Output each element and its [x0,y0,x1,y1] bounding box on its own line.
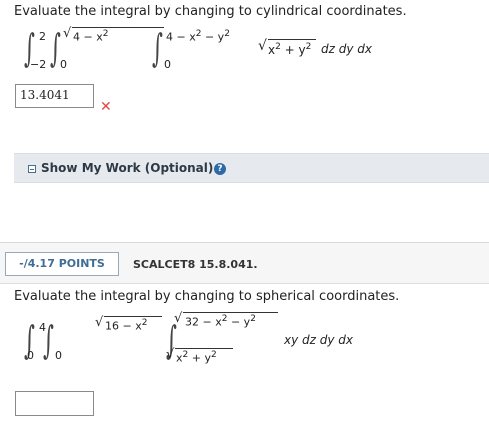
show-my-work-bar[interactable]: Show My Work (Optional) ? [14,153,489,183]
integrand-sqrt-symbol: √ [258,38,267,54]
expand-plus-icon[interactable] [28,165,36,173]
inner-lower-limit: 0 [164,58,171,71]
q2-middle-sqrt-symbol: √ [95,315,104,330]
inner-integral-sign: ∫ [152,26,163,70]
assignment-page: Evaluate the integral by changing to cyl… [0,0,489,447]
sqrt-symbol: √ [63,26,72,41]
q2-outer-lower-limit: 0 [27,349,34,362]
help-icon[interactable]: ? [214,163,226,175]
problem-id: SCALCET8 15.8.041. [133,258,258,271]
q2-inner-lower-limit: x2 + y2 [176,350,217,365]
incorrect-x-icon: ✕ [100,99,112,115]
show-my-work-label[interactable]: Show My Work (Optional) [41,161,213,175]
outer-lower-limit: −2 [30,58,47,71]
question2-answer-input[interactable] [15,391,94,416]
q2-middle-vinculum [104,316,162,317]
integrand-vinculum [268,39,316,40]
question1-prompt: Evaluate the integral by changing to cyl… [14,4,407,19]
integrand-differentials: dz dy dx [321,42,372,56]
question2-prompt: Evaluate the integral by changing to sph… [14,289,400,304]
integrand-radicand: x2 + y2 [268,42,312,57]
q2-inner-upper-sqrt-symbol: √ [174,311,183,326]
sqrt-vinculum [72,27,164,28]
q2-middle-integral-sign: ∫ [43,318,54,362]
inner-upper-limit: 4 − x2 − y2 [166,29,230,44]
q2-inner-upper-vinculum [183,312,278,313]
question2-header: -/4.17 POINTS SCALCET8 15.8.041. [0,243,489,284]
q2-inner-upper-limit: 32 − x2 − y2 [185,314,256,329]
points-badge: -/4.17 POINTS [5,252,119,276]
outer-upper-limit: 2 [39,30,46,43]
middle-lower-limit: 0 [60,58,67,71]
q2-integrand: xy dz dy dx [284,333,353,347]
q2-middle-upper-limit: 16 − x2 [105,318,148,333]
middle-upper-limit: 4 − x2 [73,29,109,44]
q2-middle-lower-limit: 0 [55,349,62,362]
question1-answer-input[interactable]: 13.4041 [15,84,94,108]
q2-inner-lower-vinculum [175,348,233,349]
q2-inner-lower-sqrt-symbol: √ [166,347,175,362]
